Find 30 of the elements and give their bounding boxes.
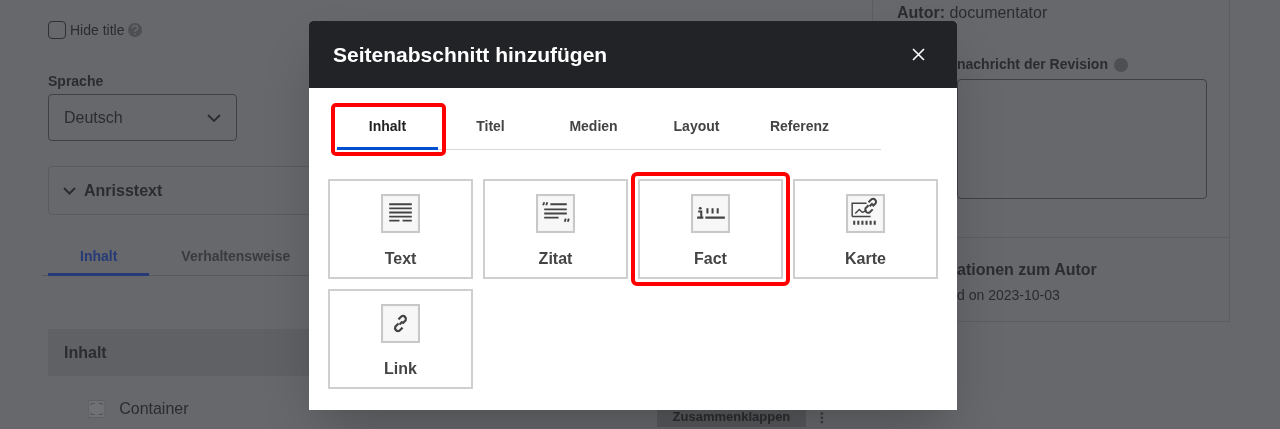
- section-type-card[interactable]: Zitat: [483, 179, 628, 279]
- section-type-card[interactable]: Fact: [638, 179, 783, 279]
- item-label: Container: [119, 399, 189, 419]
- tab[interactable]: Inhalt: [337, 105, 438, 150]
- dialog-title: Seitenabschnitt hinzufügen: [333, 41, 608, 68]
- section-type-card[interactable]: Karte: [793, 179, 938, 279]
- section-type-card[interactable]: Link: [328, 289, 473, 389]
- tab[interactable]: Medien: [543, 105, 644, 150]
- tab[interactable]: Titel: [440, 105, 541, 150]
- quote-icon: [536, 194, 575, 233]
- info-bars-icon: [691, 194, 730, 233]
- help-icon: [128, 23, 143, 37]
- chevron-down-icon: [207, 113, 221, 122]
- section-type-card[interactable]: Text: [328, 179, 473, 279]
- link-icon: [381, 304, 420, 343]
- chevron-down-icon: [63, 186, 76, 195]
- field-label: nachricht der Revision: [957, 55, 1108, 74]
- tab[interactable]: Referenz: [749, 105, 850, 150]
- text-lines-icon: [381, 194, 420, 233]
- checkbox-label: Hide title: [70, 20, 125, 40]
- help-icon: [1113, 57, 1128, 72]
- tab[interactable]: Layout: [646, 105, 747, 150]
- section-title: ationen zum Autor: [957, 260, 1098, 280]
- close-icon[interactable]: [912, 48, 925, 61]
- panel-title: Anrisstext: [84, 180, 163, 201]
- author-info-text: d on 2023-10-03: [957, 286, 1061, 304]
- author-text: Autor: documentator: [896, 3, 1049, 23]
- field-label: Sprache: [48, 72, 105, 90]
- image-link-icon: [846, 194, 885, 233]
- checkbox[interactable]: [48, 21, 66, 39]
